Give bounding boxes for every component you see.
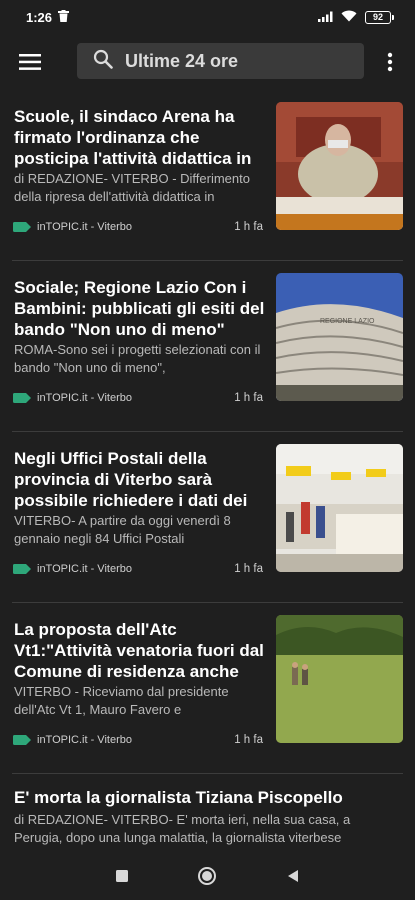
home-icon[interactable] — [197, 866, 217, 886]
wifi-icon — [341, 10, 357, 25]
article-snippet: di REDAZIONE- VITERBO - Differimento del… — [14, 171, 250, 204]
status-time: 1:26 — [26, 9, 53, 25]
battery-level: 92 — [372, 12, 383, 22]
article-snippet: di REDAZIONE- VITERBO- E' morta ieri, ne… — [14, 812, 351, 845]
article-time: 1 h fa — [234, 392, 263, 404]
status-bar: 1:26 92 — [0, 0, 415, 34]
article-title[interactable]: Negli Uffici Postali della provincia di … — [14, 448, 266, 511]
regione-lazio-building-photo[interactable]: REGIONE LAZIO — [276, 273, 403, 401]
menu-icon[interactable] — [18, 50, 42, 74]
signal-icon — [318, 10, 333, 25]
article-card[interactable]: Negli Uffici Postali della provincia di … — [0, 432, 415, 602]
article-snippet: VITERBO- A partire da oggi venerdì 8 gen… — [14, 513, 231, 546]
article-meta: inTOPIC.it - Viterbo 1 h fa — [13, 561, 263, 577]
recents-icon[interactable] — [112, 866, 132, 886]
trash-icon — [58, 9, 70, 25]
article-meta: inTOPIC.it - Viterbo 1 h fa — [13, 732, 263, 748]
search-query: Ultime 24 ore — [125, 50, 239, 71]
man-at-desk-photo[interactable] — [276, 102, 403, 230]
article-source[interactable]: inTOPIC.it - Viterbo — [37, 734, 234, 746]
article-source[interactable]: inTOPIC.it - Viterbo — [37, 392, 234, 404]
article-card[interactable]: La proposta dell'Atc Vt1:"Attività venat… — [0, 603, 415, 773]
article-time: 1 h fa — [234, 734, 263, 746]
tag-icon — [13, 564, 31, 574]
article-meta: inTOPIC.it - Viterbo 1 h fa — [13, 219, 263, 235]
article-title[interactable]: Scuole, il sindaco Arena ha firmato l'or… — [14, 106, 266, 169]
article-time: 1 h fa — [234, 221, 263, 233]
post-office-photo[interactable] — [276, 444, 403, 572]
article-meta: inTOPIC.it - Viterbo 1 h fa — [13, 390, 263, 406]
more-vert-icon[interactable] — [380, 50, 400, 74]
app-bar: Ultime 24 ore — [0, 34, 415, 90]
article-card[interactable]: Sociale; Regione Lazio Con i Bambini: pu… — [0, 261, 415, 431]
search-icon — [93, 49, 113, 74]
article-snippet: VITERBO - Riceviamo dal presidente dell'… — [14, 684, 229, 717]
tag-icon — [13, 393, 31, 403]
article-title[interactable]: E' morta la giornalista Tiziana Piscopel… — [14, 787, 409, 808]
article-title[interactable]: La proposta dell'Atc Vt1:"Attività venat… — [14, 619, 266, 682]
hunters-field-photo[interactable] — [276, 615, 403, 743]
article-time: 1 h fa — [234, 563, 263, 575]
tag-icon — [13, 222, 31, 232]
article-card[interactable]: E' morta la giornalista Tiziana Piscopel… — [0, 775, 415, 855]
search-bar[interactable]: Ultime 24 ore — [77, 43, 364, 79]
divider — [12, 773, 403, 774]
system-nav-bar — [0, 852, 415, 900]
article-source[interactable]: inTOPIC.it - Viterbo — [37, 221, 234, 233]
tag-icon — [13, 735, 31, 745]
building-sign: REGIONE LAZIO — [320, 318, 375, 325]
article-card[interactable]: Scuole, il sindaco Arena ha firmato l'or… — [0, 90, 415, 260]
article-snippet: ROMA-Sono sei i progetti selezionati con… — [14, 342, 261, 375]
battery-icon: 92 — [365, 10, 394, 24]
article-title[interactable]: Sociale; Regione Lazio Con i Bambini: pu… — [14, 277, 266, 340]
article-source[interactable]: inTOPIC.it - Viterbo — [37, 563, 234, 575]
back-icon[interactable] — [283, 866, 303, 886]
